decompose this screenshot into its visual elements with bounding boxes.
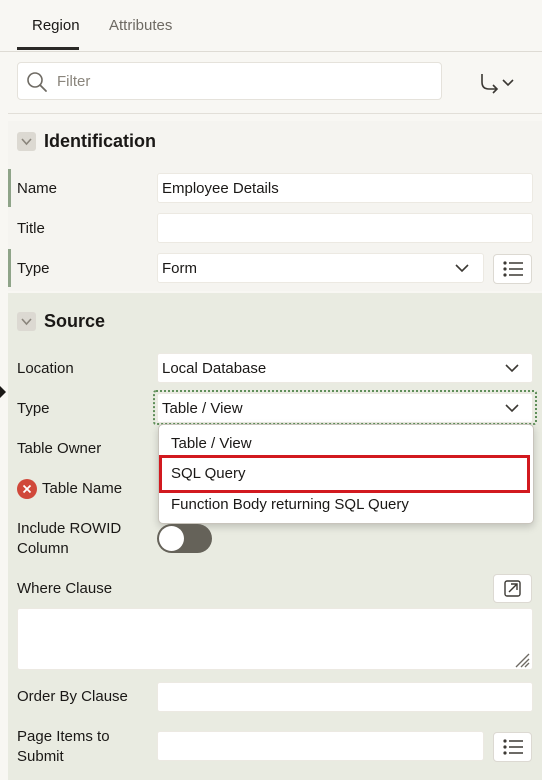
toggle-knob [159,526,184,551]
name-label: Name [17,180,58,197]
expand-editor-button[interactable] [493,574,532,603]
goto-menu-button[interactable] [476,70,518,96]
title-field[interactable] [157,213,533,243]
section-title-source: Source [44,311,106,331]
dropdown-option-function-body[interactable]: Function Body returning SQL Query [171,496,409,513]
chevron-down-icon [21,318,32,326]
filter-placeholder: Filter [57,73,91,90]
section-title-identification: Identification [44,131,156,151]
page-items-label-line1: Page Items to [17,728,110,745]
where-clause-textarea[interactable] [17,608,533,670]
resize-handle-icon[interactable] [513,651,531,669]
list-icon [503,261,523,277]
order-by-label: Order By Clause [17,688,128,705]
chevron-down-icon [455,264,469,273]
list-icon [503,739,523,755]
tab-attributes[interactable]: Attributes [109,17,172,34]
tab-region[interactable]: Region [32,17,80,34]
tab-bar [0,0,542,52]
rowid-label-line2: Column [17,540,69,557]
type-label: Type [17,260,50,277]
name-value: Employee Details [162,180,279,197]
table-name-label: Table Name [42,480,123,497]
location-value: Local Database [162,360,267,377]
where-clause-label: Where Clause [17,580,113,597]
required-indicator [8,169,11,207]
active-tab-indicator [17,47,79,50]
chevron-down-icon [505,404,519,413]
chevron-down-icon [505,364,519,373]
error-icon [17,479,37,499]
page-items-picker-button[interactable] [493,732,532,762]
dropdown-option-table-view[interactable]: Table / View [171,435,252,452]
list-of-values-button[interactable] [493,254,532,284]
expand-icon [504,580,521,597]
chevron-down-icon [21,138,32,146]
table-owner-label: Table Owner [17,440,102,457]
location-label: Location [17,360,74,377]
divider [8,113,542,114]
rowid-label-line1: Include ROWID [17,520,122,537]
goto-arrow-icon [481,74,514,94]
highlighted-option-outline [159,455,530,493]
collapse-identification-button[interactable] [17,132,36,151]
current-row-marker [0,386,6,398]
required-indicator [8,249,11,287]
title-label: Title [17,220,45,237]
type-select[interactable] [157,253,484,283]
collapse-source-button[interactable] [17,312,36,331]
page-items-label-line2: Submit [17,748,64,765]
order-by-field[interactable] [157,682,533,712]
search-icon [27,72,47,92]
source-type-label: Type [17,400,50,417]
page-items-field[interactable] [157,731,484,761]
type-value: Form [162,260,197,277]
source-type-value: Table / View [162,400,243,417]
